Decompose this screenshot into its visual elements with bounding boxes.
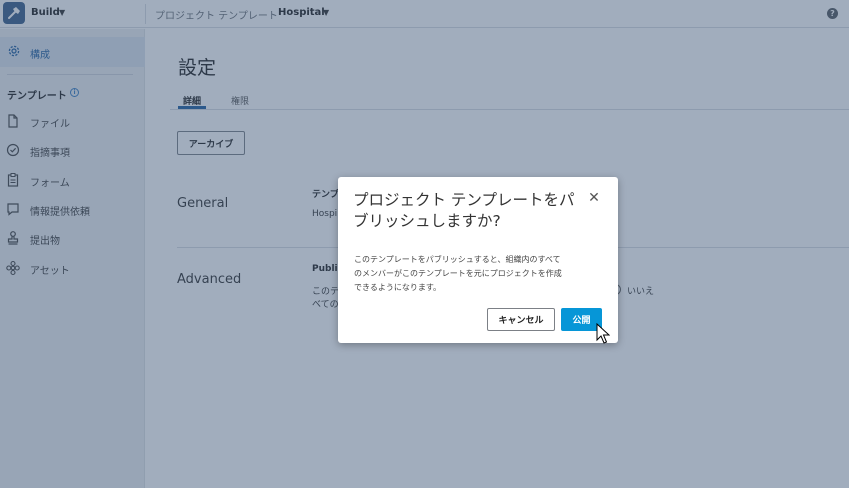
dialog-body-line3: できるようになります。 (354, 283, 442, 292)
dialog-title-line1: プロジェクト テンプレートをパ (353, 191, 575, 209)
dialog-body: このテンプレートをパブリッシュすると、組織内のすべて のメンバーがこのテンプレー… (354, 253, 606, 295)
mouse-pointer-icon (596, 322, 611, 348)
publish-template-dialog: プロジェクト テンプレートをパ ブリッシュしますか? ✕ このテンプレートをパブ… (338, 177, 618, 343)
dialog-title: プロジェクト テンプレートをパ ブリッシュしますか? (353, 190, 593, 232)
dialog-body-line1: このテンプレートをパブリッシュすると、組織内のすべて (354, 255, 561, 264)
close-icon[interactable]: ✕ (587, 191, 601, 205)
dialog-title-line2: ブリッシュしますか? (353, 212, 501, 230)
dialog-body-line2: のメンバーがこのテンプレートを元にプロジェクトを作成 (354, 269, 562, 278)
cancel-button[interactable]: キャンセル (487, 308, 555, 331)
